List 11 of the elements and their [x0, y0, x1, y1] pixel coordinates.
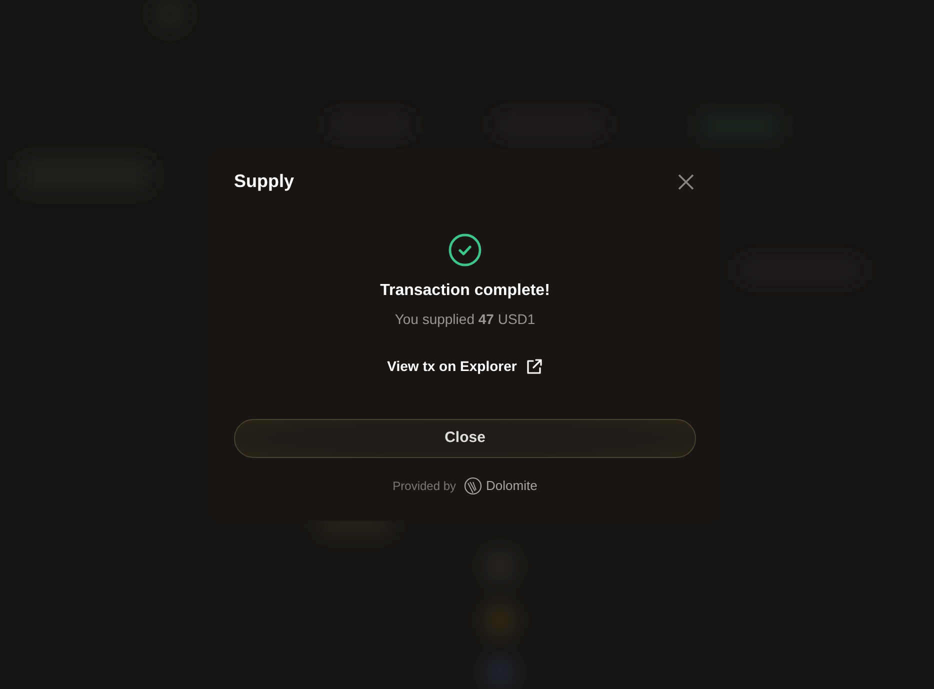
logo-icon: [464, 476, 482, 495]
explorer-link[interactable]: View tx on Explorer: [387, 356, 543, 377]
brand-name: Dolomite: [486, 477, 538, 495]
dialog-title: Supply: [234, 170, 294, 193]
status-heading: Transaction complete!: [380, 281, 550, 301]
external-link-icon: [524, 358, 543, 376]
close-button[interactable]: Close: [234, 419, 696, 458]
supply-message: You supplied 47 USD1: [394, 310, 536, 329]
close-icon[interactable]: [676, 172, 696, 192]
footer-text: Provided by: [392, 478, 456, 495]
success-check-icon: [448, 233, 482, 267]
